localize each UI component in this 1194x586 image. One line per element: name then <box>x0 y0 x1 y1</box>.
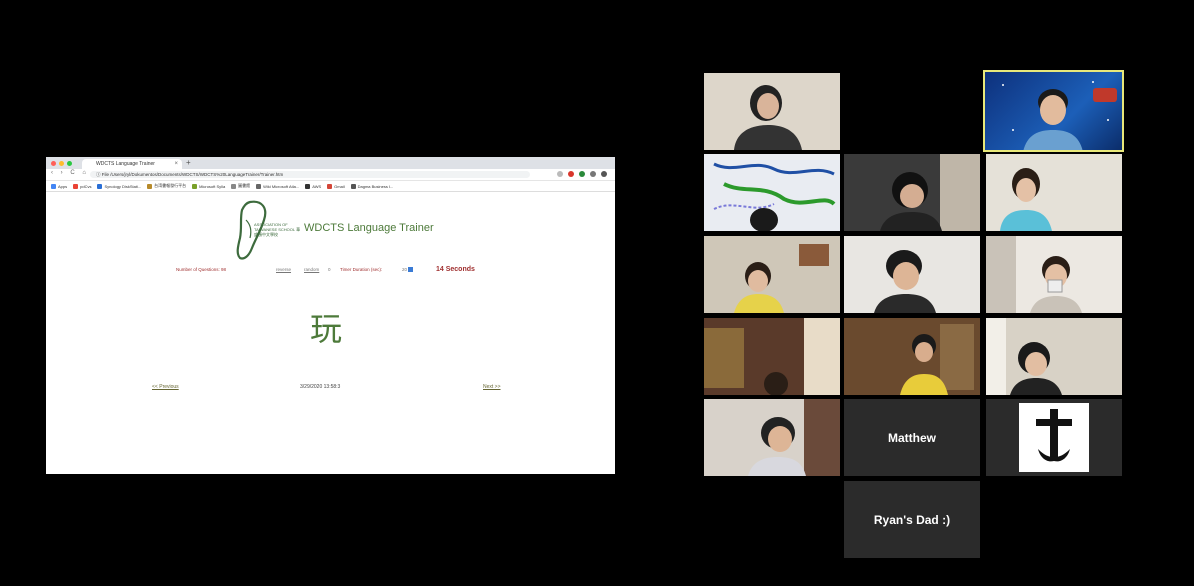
maximize-window-icon[interactable] <box>67 161 72 166</box>
extension-icons <box>557 171 607 177</box>
bookmark-item[interactable]: 圖書館 <box>231 183 250 189</box>
participant-video <box>986 236 1122 313</box>
extension-icon[interactable] <box>579 171 585 177</box>
participant-video-tile[interactable] <box>986 154 1122 231</box>
participant-video <box>986 154 1122 231</box>
question-count-label: Number of Questions: 98 <box>176 267 227 272</box>
participant-video-tile[interactable] <box>704 236 840 313</box>
participant-name: Matthew <box>888 430 936 445</box>
countdown-timer: 14 Seconds <box>436 266 475 273</box>
bookmark-label: Gmail <box>334 183 345 189</box>
participant-video <box>844 236 980 313</box>
bookmark-label: 圖書館 <box>238 183 251 188</box>
browser-tab-strip: WDCTS Language Trainer × + <box>46 157 615 169</box>
timer-duration-select[interactable]: 20 <box>402 267 414 273</box>
profile-icon[interactable] <box>590 171 596 177</box>
bookmark-favicon-icon <box>147 183 153 189</box>
bookmarks-bar: Apps pdCvs Synology DiskStati... 台湾書報發行平台 Mi… <box>46 181 615 192</box>
participant-video <box>704 154 840 231</box>
menu-icon[interactable] <box>601 171 607 177</box>
bookmark-favicon-icon <box>256 183 262 189</box>
bookmark-item[interactable]: Wiki Microsoft Atla... <box>256 183 300 189</box>
participant-video <box>844 318 980 395</box>
bookmark-item[interactable]: Synology DiskStati... <box>97 183 142 189</box>
trainer-controls: Number of Questions: 98 reverse random 0… <box>176 266 556 277</box>
navigation-icons[interactable]: ‹ › C ⌂ <box>51 170 89 176</box>
participant-video-tile[interactable] <box>704 73 840 150</box>
close-window-icon[interactable] <box>51 161 56 166</box>
bookmark-label: Microsoft Sylla <box>199 183 226 189</box>
star-icon[interactable] <box>557 171 563 177</box>
bookmark-favicon-icon <box>51 183 56 189</box>
participant-video-tile[interactable] <box>704 318 840 395</box>
bookmark-label: AWS <box>312 183 322 189</box>
bookmark-favicon-icon <box>97 183 103 189</box>
participant-video-tile[interactable] <box>844 154 980 231</box>
timer-duration-value: 20 <box>402 267 408 272</box>
tab-title: WDCTS Language Trainer <box>96 161 155 167</box>
bookmark-label: Synology DiskStati... <box>104 183 142 189</box>
browser-toolbar: ‹ › C ⌂ ⓘ File /Users/jryl/Dokumentos/Do… <box>46 169 615 181</box>
random-option[interactable]: random <box>304 267 319 272</box>
participant-name: Ryan's Dad :) <box>873 512 951 527</box>
participant-video <box>704 236 840 313</box>
timer-duration-label: Timer Duration (sec): <box>340 267 383 272</box>
participant-video <box>704 399 840 476</box>
minimize-window-icon[interactable] <box>59 161 64 166</box>
bookmark-item[interactable]: Microsoft Sylla <box>192 183 226 189</box>
bookmark-item[interactable]: Apps <box>51 183 68 189</box>
bookmark-label: Apps <box>58 183 68 189</box>
bookmark-favicon-icon <box>327 183 333 189</box>
bookmark-favicon-icon <box>305 183 311 189</box>
bookmark-favicon-icon <box>350 183 356 189</box>
participant-video <box>1002 81 1117 152</box>
logo-text: ASSOCIATION OF TAIWANESE SCHOOL 華盛頓中文學校 <box>254 222 301 237</box>
window-controls[interactable] <box>51 161 72 166</box>
bookmark-item[interactable]: 台湾書報發行平台 <box>147 183 186 189</box>
bookmark-favicon-icon <box>73 183 79 189</box>
active-speaker-tile[interactable] <box>983 70 1124 152</box>
participant-video-tile[interactable] <box>986 318 1122 395</box>
participant-video-tile[interactable] <box>704 154 840 231</box>
participant-video-tile[interactable] <box>986 236 1122 313</box>
participant-video <box>844 154 980 231</box>
participant-video-tile[interactable] <box>844 236 980 313</box>
bookmark-label: Dagma Business I... <box>357 183 394 189</box>
participant-name-tile[interactable]: Matthew <box>844 399 980 476</box>
participant-video-tile[interactable] <box>844 318 980 395</box>
tab-close-icon[interactable]: × <box>174 159 178 169</box>
bookmark-favicon-icon <box>192 183 198 189</box>
browser-tab[interactable]: WDCTS Language Trainer × <box>82 159 182 169</box>
previous-link[interactable]: << Previous <box>152 384 179 390</box>
extension-icon[interactable] <box>568 171 574 177</box>
address-bar[interactable]: ⓘ File /Users/jryl/Dokumentos/Documents/… <box>90 171 530 178</box>
dropdown-icon[interactable] <box>408 267 414 273</box>
bookmark-item[interactable]: pdCvs <box>73 183 92 189</box>
next-link[interactable]: Next >> <box>483 384 501 390</box>
reverse-option[interactable]: reverse <box>276 267 291 272</box>
new-tab-button[interactable]: + <box>186 158 191 167</box>
participant-video-tile[interactable] <box>704 399 840 476</box>
cross-avatar-icon <box>1019 403 1089 472</box>
bookmark-item[interactable]: Gmail <box>327 183 345 189</box>
bookmark-favicon-icon <box>231 183 237 189</box>
bookmark-label: 台湾書報發行平台 <box>154 183 187 188</box>
participant-video <box>704 318 840 395</box>
bookmark-item[interactable]: Dagma Business I... <box>350 183 394 189</box>
trainer-page: ASSOCIATION OF TAIWANESE SCHOOL 華盛頓中文學校 … <box>46 192 615 474</box>
participant-avatar-tile[interactable] <box>986 399 1122 476</box>
bookmark-item[interactable]: AWS <box>305 183 322 189</box>
participant-video <box>704 73 840 150</box>
shared-screen: WDCTS Language Trainer × + ‹ › C ⌂ ⓘ Fil… <box>46 157 615 474</box>
page-title: WDCTS Language Trainer <box>304 222 434 234</box>
bookmark-label: pdCvs <box>80 183 92 189</box>
random-value: 0 <box>328 267 331 272</box>
bookmark-label: Wiki Microsoft Atla... <box>263 183 300 189</box>
flashcard-character: 玩 <box>310 310 343 348</box>
participant-video <box>986 318 1122 395</box>
timestamp: 3/29/2020 13:58:3 <box>300 384 341 390</box>
participant-name-tile[interactable]: Ryan's Dad :) <box>844 481 980 558</box>
